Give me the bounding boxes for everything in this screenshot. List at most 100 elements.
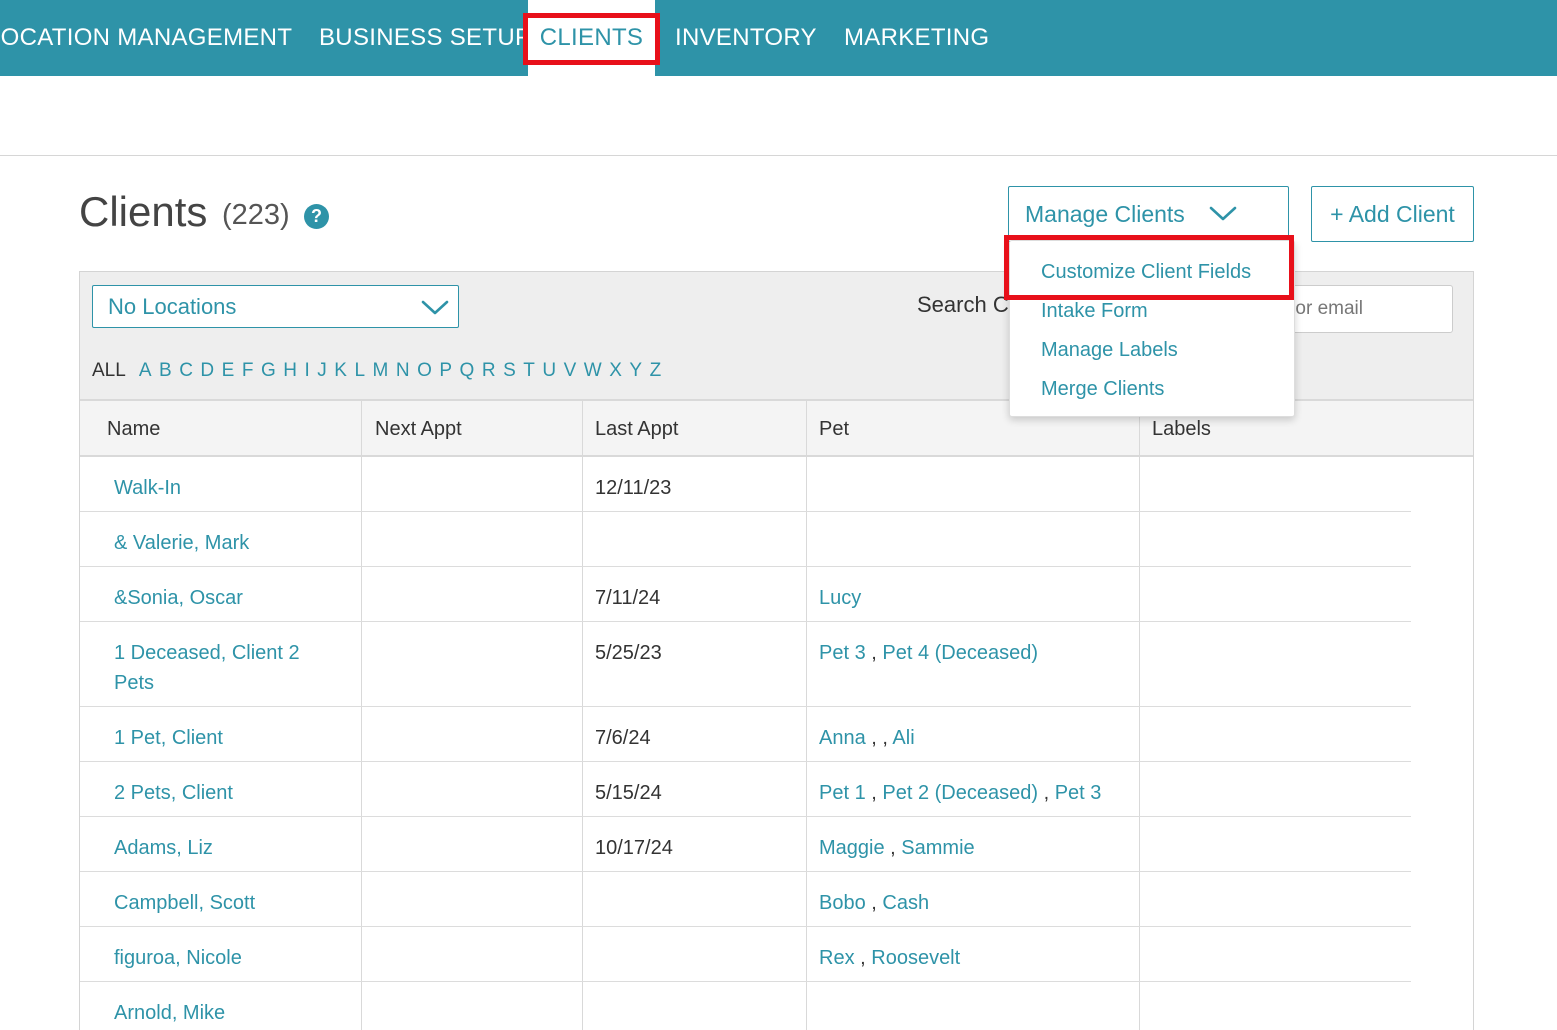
menu-item-customize-client-fields[interactable]: Customize Client Fields [1041,261,1251,284]
pet-link[interactable]: Rex [819,947,855,969]
alpha-filter-letter[interactable]: X [609,360,622,382]
client-name-line: Walk-In [114,477,182,499]
pet-link[interactable]: Cash [882,892,929,914]
client-name-line: 2 Pets, Client [114,782,233,804]
alpha-filter-letter[interactable]: R [482,360,496,382]
nav-inventory[interactable]: INVENTORY [675,0,817,76]
menu-item-manage-labels[interactable]: Manage Labels [1041,339,1178,362]
pet-link[interactable]: Sammie [901,837,974,859]
nav-location-management[interactable]: LOCATION MANAGEMENT [0,0,292,76]
alpha-filter-letter[interactable]: Z [650,360,662,382]
pet-link[interactable]: Anna [819,727,866,749]
add-client-button[interactable]: + Add Client [1311,186,1474,242]
client-name-link[interactable]: 1 Deceased, Client 2 Pets [114,638,300,698]
alpha-filter-letter[interactable]: M [373,360,389,382]
client-name-line: Campbell, Scott [114,892,256,914]
alpha-filter-letter[interactable]: Q [460,360,475,382]
location-select[interactable]: No Locations [92,285,459,328]
table-row: 2 Pets, Client 5/15/24 Pet 1 , Pet 2 (Dece… [80,762,1411,817]
pet-cell: Anna , , Ali [819,723,915,753]
alpha-filter-letter[interactable]: E [222,360,235,382]
table-row: Adams, Liz 10/17/24 Maggie , Sammie [80,817,1411,872]
pet-link[interactable]: Maggie [819,837,885,859]
pet-link[interactable]: Pet 3 [819,642,866,664]
client-name-link[interactable]: Campbell, Scott [114,888,255,918]
alpha-filter-letter[interactable]: A [139,360,152,382]
client-name-line: Adams, Liz [114,837,213,859]
client-name-line: figuroa, Nicole [114,947,242,969]
alpha-filter-letter[interactable]: I [304,360,309,382]
location-select-value: No Locations [108,294,237,319]
pet-link[interactable]: Pet 4 (Deceased) [882,642,1038,664]
alpha-filter-letter[interactable]: V [564,360,577,382]
client-name-link[interactable]: Arnold, Mike [114,998,225,1028]
pet-link[interactable]: Lucy [819,587,861,609]
last-appt-cell: 7/6/24 [595,727,651,749]
alphabet-filter: ALL ABCDEFGHIJKLMNOPQRSTUVWXYZ [92,358,669,384]
alpha-filter-letter[interactable]: L [354,360,365,382]
alpha-filter-letter[interactable]: H [283,360,297,382]
alpha-filter-letter[interactable]: C [179,360,193,382]
client-name-link[interactable]: figuroa, Nicole [114,943,242,973]
alpha-filter-letter[interactable]: D [200,360,214,382]
pet-separator: , [865,892,883,914]
alpha-filter-letter[interactable]: U [542,360,556,382]
menu-item-intake-form[interactable]: Intake Form [1041,300,1148,323]
client-name-link[interactable]: Walk-In [114,473,181,503]
pet-cell: Pet 3 , Pet 4 (Deceased) [819,638,1038,668]
help-icon[interactable]: ? [304,204,329,229]
pet-cell: Pet 1 , Pet 2 (Deceased) , Pet 3 [819,778,1101,808]
table-row: Campbell, Scott Bobo , Cash [80,872,1411,927]
menu-item-merge-clients[interactable]: Merge Clients [1041,378,1164,401]
client-name-line: & Valerie, Mark [114,532,250,554]
alpha-filter-letter[interactable]: F [242,360,254,382]
top-nav: LOCATION MANAGEMENT BUSINESS SETUP CLIEN… [0,0,1557,76]
alpha-filter-letter[interactable]: S [503,360,516,382]
pet-link[interactable]: Pet 1 [819,782,866,804]
pet-link[interactable]: Bobo [819,892,866,914]
chevron-down-icon [421,300,449,315]
table-row: 1 Deceased, Client 2 Pets 5/25/23 Pet 3 , P… [80,622,1411,707]
column-header-pet[interactable]: Pet [819,401,849,457]
pet-separator: , [884,837,902,859]
client-name-link[interactable]: &Sonia, Oscar [114,583,243,613]
alpha-filter-letter[interactable]: J [317,360,327,382]
nav-marketing[interactable]: MARKETING [844,0,989,76]
manage-clients-button[interactable]: Manage Clients [1008,186,1289,242]
client-name-link[interactable]: 1 Pet, Client [114,723,223,753]
client-name-line: 1 Pet, Client [114,727,223,749]
alpha-filter-letter[interactable]: B [159,360,172,382]
last-appt-cell: 10/17/24 [595,837,673,859]
pet-link[interactable]: Roosevelt [871,947,960,969]
table-row: figuroa, Nicole Rex , Roosevelt [80,927,1411,982]
pet-link[interactable]: Ali [892,727,914,749]
client-name-link[interactable]: & Valerie, Mark [114,528,249,558]
client-name-link[interactable]: 2 Pets, Client [114,778,233,808]
last-appt-cell: 7/11/24 [595,587,661,609]
column-header-last-appt[interactable]: Last Appt [595,401,678,457]
alpha-filter-letter[interactable]: K [334,360,347,382]
nav-business-setup[interactable]: BUSINESS SETUP [319,0,531,76]
client-name-line: Pets [114,672,155,694]
pet-separator: , [865,642,883,664]
column-header-name[interactable]: Name [107,401,160,457]
alpha-filter-all[interactable]: ALL [92,360,126,382]
alpha-filter-letter[interactable]: G [261,360,276,382]
alpha-filter-letter[interactable]: O [417,360,432,382]
pet-link[interactable]: Pet 2 (Deceased) [882,782,1038,804]
alpha-filter-letter[interactable]: T [523,360,535,382]
nav-clients[interactable]: CLIENTS [528,0,655,76]
header-divider [0,155,1557,156]
alpha-filter-letter[interactable]: W [584,360,602,382]
client-name-link[interactable]: Adams, Liz [114,833,213,863]
alpha-filter-letter[interactable]: P [439,360,452,382]
alpha-filter-letter[interactable]: N [396,360,410,382]
pet-separator: , [1038,782,1055,804]
manage-clients-menu: Customize Client Fields Intake Form Mana… [1009,240,1295,417]
alpha-filter-letter[interactable]: Y [629,360,642,382]
column-header-next-appt[interactable]: Next Appt [375,401,462,457]
pet-link[interactable]: Pet 3 [1055,782,1102,804]
search-label: Search C [917,292,1009,317]
chevron-down-icon [1209,206,1237,221]
table-row: Walk-In 12/11/23 [80,457,1411,512]
